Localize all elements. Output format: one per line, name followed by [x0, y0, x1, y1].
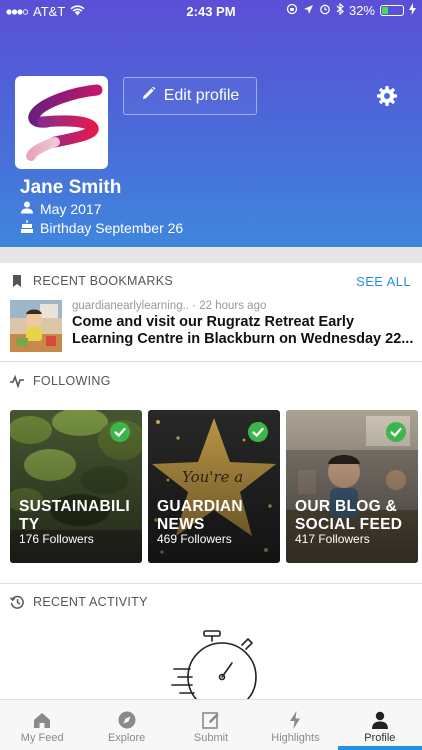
following-header: FOLLOWING: [0, 366, 422, 396]
lightning-icon: [290, 711, 301, 729]
history-icon: [9, 595, 24, 609]
user-name: Jane Smith: [20, 177, 122, 198]
bookmark-item[interactable]: guardianearlylearning.. · 22 hours ago C…: [10, 300, 416, 352]
bookmark-source-name: guardianearlylearning..: [72, 300, 189, 312]
section-separator: [0, 247, 422, 263]
edit-profile-label: Edit profile: [163, 87, 240, 104]
avatar[interactable]: [15, 76, 108, 169]
tab-explore[interactable]: Explore: [84, 700, 168, 750]
card-title: SUSTAINABILITY: [19, 498, 130, 533]
card-followers: 176 Followers: [19, 532, 94, 546]
following-card-blog-social-feed[interactable]: OUR BLOG & SOCIAL FEED 417 Followers: [286, 410, 418, 563]
divider: [0, 583, 422, 584]
tab-label: My Feed: [20, 732, 64, 744]
tab-profile[interactable]: Profile: [337, 700, 422, 750]
alarm-icon: [319, 3, 331, 18]
bookmark-source: guardianearlylearning.. · 22 hours ago: [72, 300, 266, 312]
battery-level: [382, 7, 389, 14]
joined-date: May 2017: [40, 201, 102, 217]
following-card-sustainability[interactable]: SUSTAINABILITY 176 Followers: [10, 410, 142, 563]
card-followers: 417 Followers: [295, 532, 370, 546]
followed-check-icon: [248, 422, 268, 442]
pencil-icon: [141, 86, 156, 106]
bookmark-icon: [10, 274, 24, 288]
bookmark-title: Come and visit our Rugratz Retreat Early…: [72, 314, 414, 347]
rotation-lock-icon: [286, 3, 298, 18]
followed-check-icon: [110, 422, 130, 442]
card-title: GUARDIAN NEWS: [157, 498, 243, 533]
card-title: OUR BLOG & SOCIAL FEED: [295, 498, 403, 533]
battery-icon: [380, 5, 404, 16]
tab-label: Explore: [107, 732, 146, 744]
tab-my-feed[interactable]: My Feed: [0, 700, 84, 750]
location-icon: [303, 3, 314, 18]
divider: [0, 361, 422, 362]
tab-label: Highlights: [271, 732, 320, 744]
recent-bookmarks-header: RECENT BOOKMARKS SEE ALL: [0, 266, 422, 296]
person-icon: [21, 201, 33, 217]
tab-label: Submit: [193, 732, 229, 744]
charging-icon: [409, 3, 416, 18]
recent-bookmarks-title: RECENT BOOKMARKS: [33, 274, 174, 288]
cake-icon: [21, 220, 33, 236]
activity-pulse-icon: [10, 374, 24, 389]
status-bar: AT&T 2:43 PM 32%: [0, 0, 422, 24]
followed-check-icon: [386, 422, 406, 442]
tab-highlights[interactable]: Highlights: [253, 700, 337, 750]
home-icon: [34, 713, 51, 728]
bookmark-time: · 22 hours ago: [192, 300, 267, 312]
settings-gear-icon[interactable]: [375, 84, 399, 108]
tab-label: Profile: [364, 732, 396, 744]
recent-activity-header: RECENT ACTIVITY: [0, 587, 422, 617]
tab-bar: My Feed Explore Submit Highlights Profil…: [0, 699, 422, 750]
see-all-link[interactable]: SEE ALL: [356, 274, 411, 289]
battery-percent: 32%: [348, 3, 375, 18]
card-followers: 469 Followers: [157, 532, 232, 546]
profile-header: AT&T 2:43 PM 32% Edit profile Jane Smith…: [0, 0, 422, 247]
tab-submit[interactable]: Submit: [169, 700, 253, 750]
following-title: FOLLOWING: [33, 374, 111, 388]
edit-profile-button[interactable]: Edit profile: [123, 77, 257, 115]
recent-activity-title: RECENT ACTIVITY: [33, 595, 148, 609]
following-card-guardian-news[interactable]: You're a GUARDIAN NEWS 469 Followers: [148, 410, 280, 563]
bookmark-thumbnail: [10, 300, 62, 352]
compass-icon: [118, 711, 136, 729]
stopwatch-icon: [170, 629, 260, 712]
person-icon: [371, 711, 388, 729]
edit-icon: [202, 712, 219, 729]
birthday-row: Birthday September 26: [21, 220, 183, 236]
birthday-text: Birthday September 26: [40, 220, 184, 236]
bluetooth-icon: [336, 2, 344, 18]
joined-row: May 2017: [21, 201, 101, 217]
